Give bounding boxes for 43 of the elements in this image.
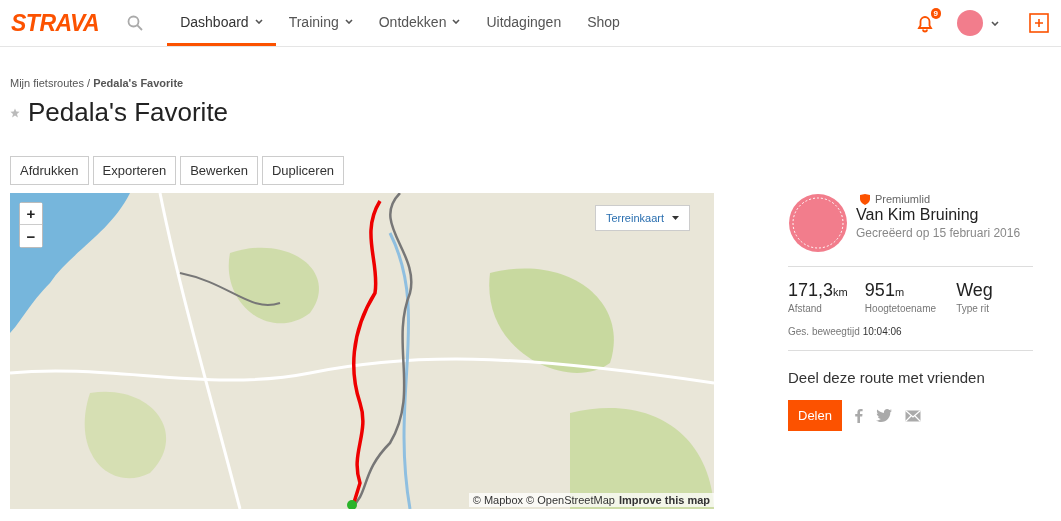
star-icon[interactable] <box>10 107 20 118</box>
caret-icon[interactable] <box>991 20 999 26</box>
avatar[interactable] <box>788 193 848 253</box>
stat-value: 171,3km <box>788 280 849 301</box>
map-attribution: © Mapbox © OpenStreetMap <box>472 494 615 506</box>
improve-map-link[interactable]: Improve this map <box>618 494 710 506</box>
mail-icon[interactable] <box>904 409 921 422</box>
stat-value: Weg <box>956 280 994 301</box>
bell-icon[interactable] <box>915 13 935 33</box>
add-icon[interactable] <box>1029 13 1049 33</box>
premium-label: Premiumlid <box>875 193 930 205</box>
nav-tab[interactable]: Uitdagingen <box>473 0 575 46</box>
action-button[interactable]: Bewerken <box>180 156 258 185</box>
facebook-icon[interactable] <box>854 408 863 423</box>
stat-label: Type rit <box>956 303 990 314</box>
caret-icon <box>254 19 263 24</box>
stat-label: Hoogtetoename <box>864 303 938 314</box>
caret-icon <box>452 19 461 24</box>
nav-tab[interactable]: Ontdekken <box>365 0 474 46</box>
moving-time-label: Ges. beweegtijd <box>788 326 860 337</box>
nav-tab[interactable]: Training <box>275 0 366 46</box>
zoom-in-button[interactable]: + <box>20 203 42 225</box>
avatar[interactable] <box>957 10 983 36</box>
created-date: Gecreëerd op 15 februari 2016 <box>856 226 1021 240</box>
nav-tab[interactable]: Shop <box>574 0 633 46</box>
athlete-name[interactable]: Van Kim Bruining <box>856 206 1021 224</box>
notification-badge: 9 <box>930 8 941 19</box>
map-type-dropdown[interactable]: Terreinkaart <box>594 205 690 231</box>
search-icon[interactable] <box>127 15 144 31</box>
shield-icon <box>860 193 870 205</box>
action-button[interactable]: Afdrukken <box>10 156 89 185</box>
action-button[interactable]: Exporteren <box>92 156 177 185</box>
nav-tab[interactable]: Dashboard <box>167 0 276 46</box>
route-title: Pedala's Favorite <box>28 97 229 128</box>
stat-label: Afstand <box>788 303 823 314</box>
caret-icon <box>344 19 353 24</box>
stat-value: 951m <box>864 280 906 301</box>
moving-time-value: 10:04:06 <box>862 326 902 337</box>
action-button[interactable]: Dupliceren <box>261 156 345 185</box>
share-heading: Deel deze route met vrienden <box>788 369 986 386</box>
bird-icon[interactable] <box>875 409 892 422</box>
breadcrumb[interactable]: Mijn fietsroutes / Pedala's Favorite <box>10 77 1051 89</box>
caret-icon <box>672 216 679 220</box>
